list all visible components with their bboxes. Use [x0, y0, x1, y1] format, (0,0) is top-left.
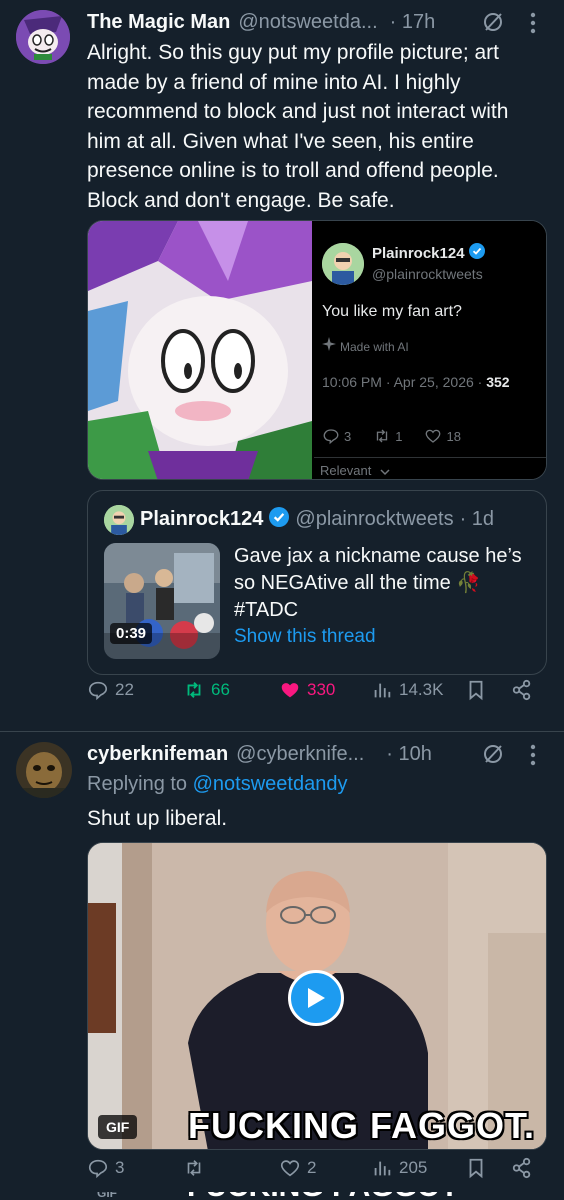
avatar[interactable] [16, 742, 72, 798]
author-name[interactable]: The Magic Man [87, 11, 230, 34]
reply-count: 3 [115, 1158, 125, 1177]
grok-icon[interactable] [482, 743, 504, 770]
verified-badge-icon [269, 507, 290, 532]
quote-avatar[interactable] [104, 505, 134, 535]
verified-badge-icon [468, 243, 485, 264]
like-button[interactable]: 2 [279, 1157, 316, 1179]
quote-time[interactable]: · 1d [460, 508, 494, 531]
fan-art-image [88, 221, 312, 479]
embedded-views: 352 [486, 374, 510, 390]
embedded-text: You like my fan art? [322, 303, 462, 320]
repost-button[interactable] [183, 1157, 211, 1179]
like-count: 330 [307, 680, 336, 699]
attached-image[interactable]: Plainrock124 @plainrocktweets You like m… [87, 220, 547, 480]
avatar[interactable] [16, 10, 70, 64]
more-options-icon[interactable] [530, 12, 536, 39]
reply-count: 22 [115, 680, 134, 699]
views-count: 14.3K [399, 680, 444, 699]
views-icon [374, 683, 391, 698]
next-gif-caption: FUCKING FAGGOT [187, 1192, 459, 1200]
replying-to-handle[interactable]: @notsweetdandy [193, 773, 348, 795]
like-icon [280, 1160, 300, 1177]
views-button[interactable]: 205 [371, 1157, 427, 1179]
embedded-like-count: 18 [446, 428, 461, 444]
embedded-avatar [322, 243, 364, 285]
chevron-down-icon [380, 464, 390, 479]
share-icon [512, 1157, 531, 1179]
reply-icon [88, 1159, 108, 1179]
repost-icon [187, 1160, 201, 1176]
gif-badge: GIF [98, 1115, 138, 1139]
embedded-repost-icon [377, 429, 388, 443]
reply-button[interactable]: 3 [87, 1157, 124, 1179]
like-count: 2 [307, 1158, 317, 1177]
embedded-like-icon [426, 429, 441, 443]
gif-caption: FUCKING FAGGOT. [188, 1105, 535, 1146]
repost-button[interactable]: 66 [183, 679, 230, 701]
like-button[interactable]: 330 [279, 679, 335, 701]
more-options-icon[interactable] [530, 744, 536, 771]
bookmark-button[interactable] [465, 1157, 487, 1179]
tweet-cyberknifeman[interactable]: cyberknifeman @cyberknife... · 10h Reply… [0, 732, 564, 1200]
post-time[interactable]: · 10h [386, 743, 432, 766]
author-handle[interactable]: @cyberknife... [236, 743, 364, 766]
author-name[interactable]: cyberknifeman [87, 743, 228, 766]
tweet-text: Alright. So this guy put my profile pict… [87, 41, 509, 212]
next-gif-badge: GIF [97, 1192, 117, 1200]
views-count: 205 [399, 1158, 428, 1177]
repost-count: 66 [211, 680, 230, 699]
share-icon [512, 679, 531, 701]
made-with-ai-label: Made with AI [340, 339, 409, 354]
embedded-name: Plainrock124 [372, 245, 465, 262]
embedded-reply-icon [323, 429, 339, 445]
embedded-sort-label: Relevant [320, 463, 372, 478]
bookmark-icon [469, 1158, 483, 1179]
play-icon [308, 988, 325, 1008]
embedded-reply-count: 3 [344, 428, 352, 444]
embedded-timestamp: 10:06 PM · Apr 25, 2026 · [322, 374, 483, 390]
sparkle-icon [322, 337, 336, 356]
grok-icon[interactable] [482, 11, 504, 38]
embedded-post: Plainrock124 @plainrocktweets You like m… [314, 221, 546, 479]
tweet-magic-man[interactable]: The Magic Man @notsweetda... · 17h Alrig… [0, 0, 564, 735]
quote-video-thumbnail[interactable]: 0:39 [104, 543, 220, 659]
share-button[interactable] [511, 1157, 533, 1179]
embedded-repost-count: 1 [395, 428, 403, 444]
quoted-post[interactable]: Plainrock124 @plainrocktweets · 1d 0:39 … [87, 490, 547, 675]
quote-author-handle[interactable]: @plainrocktweets [295, 508, 453, 531]
next-gif-media-partial[interactable]: GIF FUCKING FAGGOT [87, 1192, 547, 1200]
play-button[interactable] [288, 970, 344, 1026]
like-icon-filled [281, 683, 299, 698]
reply-button[interactable]: 22 [87, 679, 134, 701]
bookmark-icon [469, 680, 483, 701]
repost-icon [187, 682, 201, 698]
tweet-text: Shut up liberal. [87, 807, 228, 830]
share-button[interactable] [511, 679, 533, 701]
reply-icon [88, 681, 108, 701]
author-handle[interactable]: @notsweetda... [238, 11, 377, 34]
show-thread-link[interactable]: Show this thread [234, 626, 376, 648]
views-button[interactable]: 14.3K [371, 679, 443, 701]
gif-media[interactable]: GIF FUCKING FAGGOT. [87, 842, 547, 1150]
video-duration: 0:39 [110, 623, 153, 644]
post-time[interactable]: · 17h [390, 11, 436, 34]
embedded-handle: @plainrocktweets [372, 266, 483, 282]
quote-author-name[interactable]: Plainrock124 [140, 508, 263, 531]
views-icon [374, 1161, 391, 1176]
bookmark-button[interactable] [465, 679, 487, 701]
replying-to-label: Replying to [87, 773, 188, 795]
quote-text: Gave jax a nickname cause he’s so NEGAti… [234, 545, 522, 621]
